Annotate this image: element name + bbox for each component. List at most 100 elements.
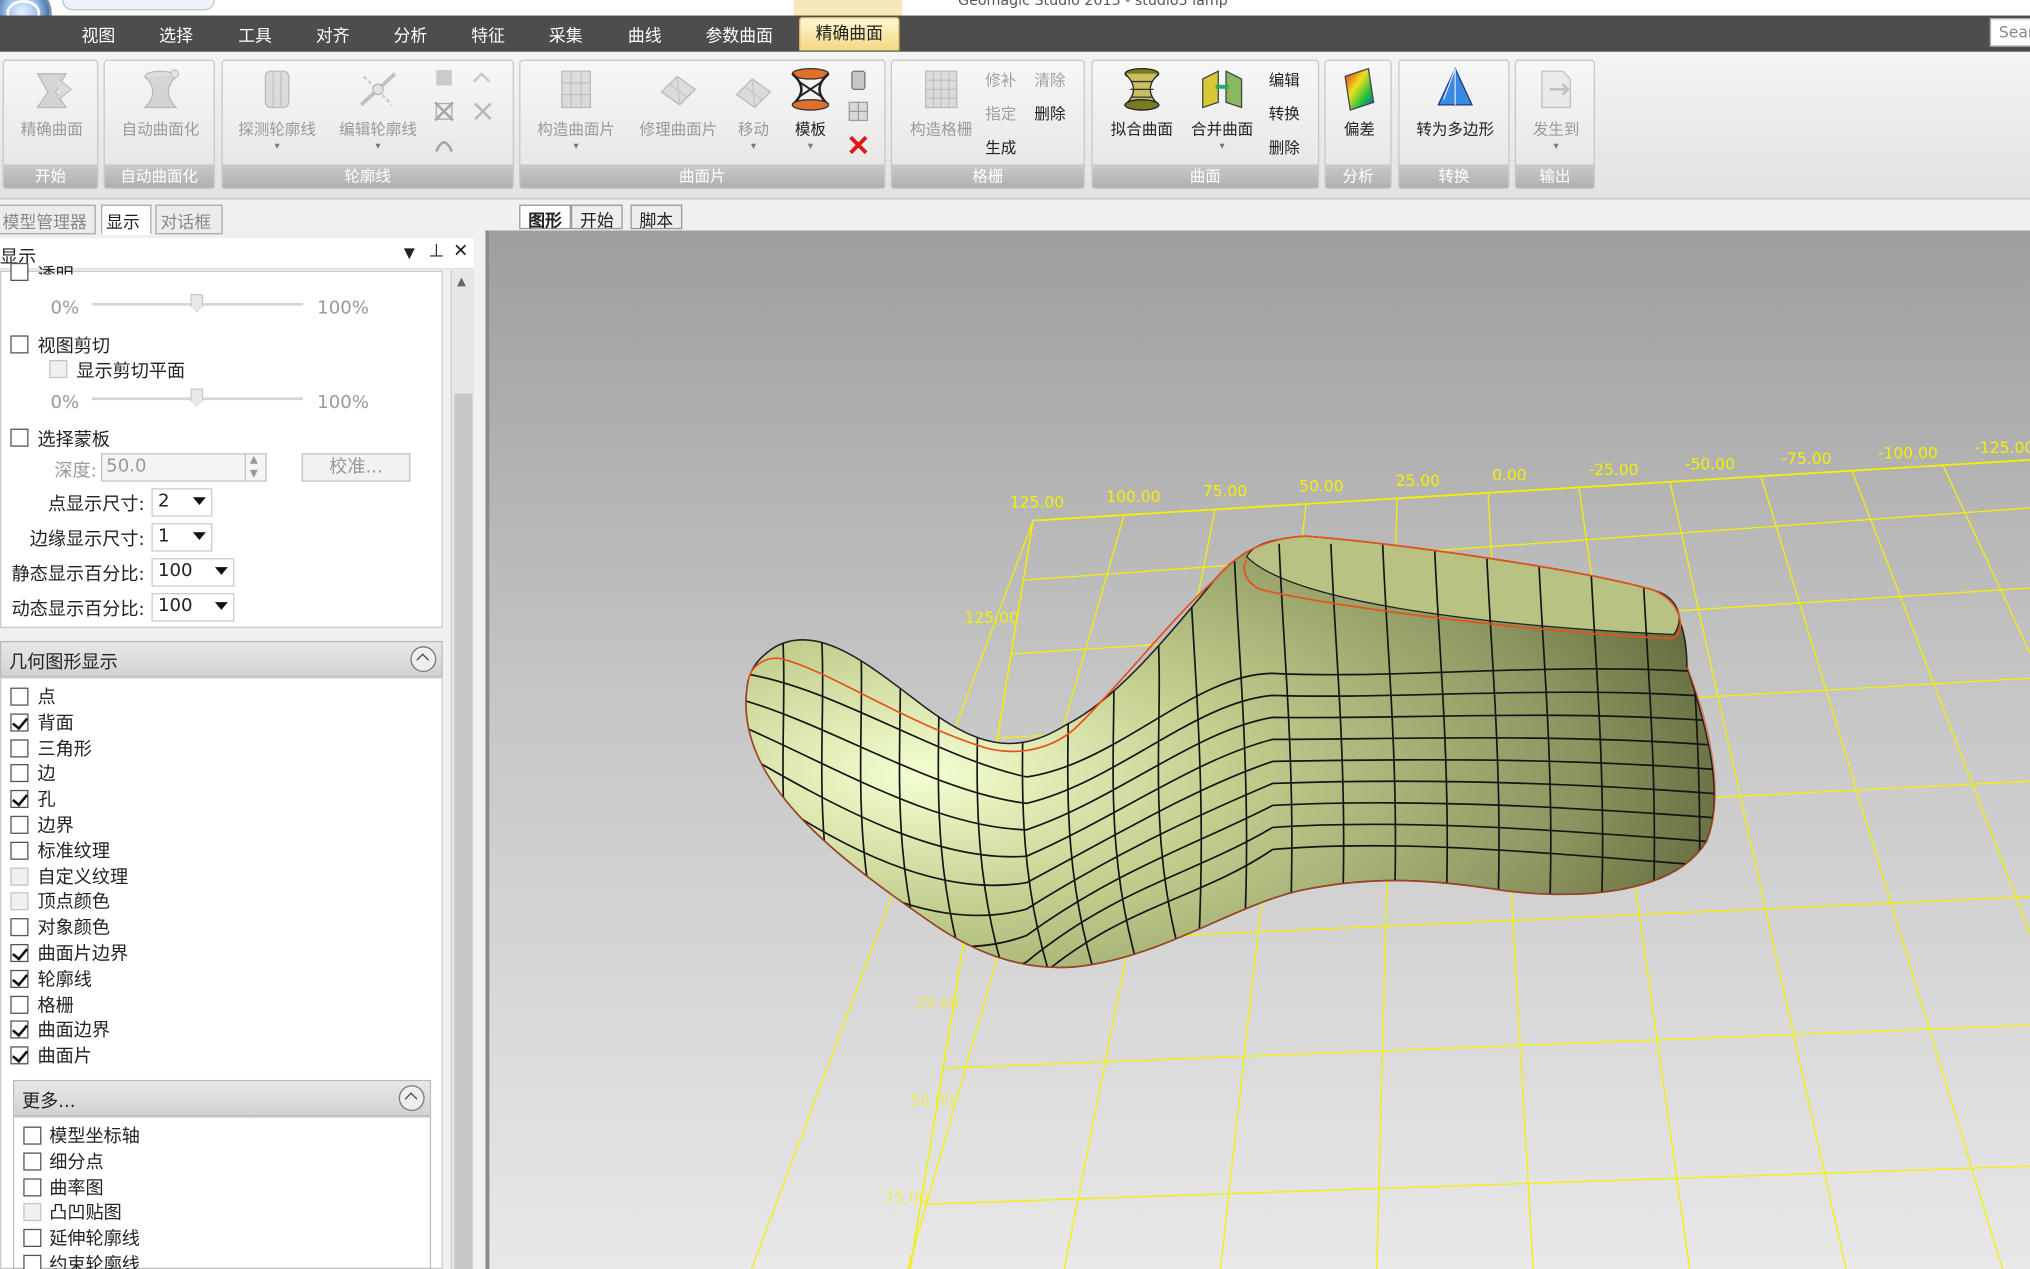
detect-contours-button[interactable]: 探测轮廓线 ▾ <box>230 66 323 152</box>
tab-parametric-surfaces[interactable]: 参数曲面 <box>706 22 773 46</box>
edge-size-select[interactable]: 1 <box>151 523 213 552</box>
repair-patches-button[interactable]: 修理曲面片 <box>632 66 725 140</box>
construct-grid-button[interactable]: 构造格栅 <box>900 66 983 140</box>
tab-script[interactable]: 脚本 <box>630 204 683 232</box>
tab-dialog[interactable]: 对话框 <box>155 204 223 235</box>
clear-button[interactable]: 清除 <box>1034 69 1065 91</box>
tab-display[interactable]: 显示 <box>100 204 152 235</box>
tab-tools[interactable]: 工具 <box>238 22 272 46</box>
geo-item-checkbox[interactable] <box>10 790 29 809</box>
tab-capture[interactable]: 采集 <box>549 22 583 46</box>
edit-button[interactable]: 编辑 <box>1269 69 1300 91</box>
view-clip-checkbox[interactable] <box>10 335 29 354</box>
geo-item-checkbox[interactable] <box>10 918 29 937</box>
more-item-checkbox[interactable] <box>23 1152 42 1171</box>
axis-tick-label: 50.00 <box>1299 477 1343 495</box>
show-clip-plane-checkbox[interactable] <box>49 359 68 379</box>
patch-tool-icon[interactable] <box>847 69 870 92</box>
construct-patches-button[interactable]: 构造曲面片 ▾ <box>528 66 624 152</box>
tab-exact-surfaces[interactable]: 精确曲面 <box>798 16 900 51</box>
contour-tool-icon[interactable] <box>471 100 494 123</box>
collapse-icon[interactable] <box>410 646 437 673</box>
geo-item-checkbox[interactable] <box>10 892 29 911</box>
tab-view[interactable]: 视图 <box>82 22 116 46</box>
contour-tool-icon[interactable] <box>432 66 455 89</box>
splitter[interactable] <box>473 204 486 1269</box>
viewport-canvas[interactable]: 125.00 100.00 75.00 50.00 25.00 0.00 -25.00 -50… <box>489 230 2030 1269</box>
scrollbar-thumb[interactable] <box>454 393 473 1269</box>
more-item-checkbox[interactable] <box>23 1229 42 1248</box>
geo-item-checkbox[interactable] <box>10 713 29 732</box>
move-button[interactable]: 移动 ▾ <box>730 66 777 152</box>
tab-start[interactable]: 开始 <box>570 204 623 232</box>
depth-field[interactable]: 50.0 <box>100 453 246 482</box>
assign-button[interactable]: 指定 <box>985 102 1016 124</box>
axis-tick-label: 75.00 <box>1203 483 1247 501</box>
more-item-checkbox[interactable] <box>23 1254 42 1269</box>
dropdown-icon[interactable]: ▼ <box>404 245 415 262</box>
chevron-down-icon: ▾ <box>375 139 381 152</box>
depth-stepper[interactable]: ▲ ▼ <box>244 453 267 482</box>
geo-item-checkbox[interactable] <box>10 943 29 963</box>
auto-surface-button[interactable]: 自动曲面化 <box>113 66 209 140</box>
static-pct-select[interactable]: 100 <box>151 558 235 587</box>
tab-analysis[interactable]: 分析 <box>394 22 428 46</box>
panel-scrollbar[interactable]: ▲ <box>450 270 474 1269</box>
generate-button[interactable]: 生成 <box>985 136 1016 158</box>
delete-surface-button[interactable]: 删除 <box>1269 136 1300 158</box>
more-item-checkbox[interactable] <box>23 1177 42 1196</box>
geo-item-checkbox[interactable] <box>10 1046 29 1065</box>
group-patches: 构造曲面片 ▾ 修理曲面片 移动 ▾ 模板 ▾ 曲面片 <box>519 59 886 190</box>
more-item-checkbox[interactable] <box>23 1126 42 1145</box>
scroll-up-icon[interactable]: ▲ <box>457 276 466 289</box>
convert-button[interactable]: 转换 <box>1269 102 1300 124</box>
geo-item-checkbox[interactable] <box>10 867 29 886</box>
3d-viewport[interactable]: 125.00 100.00 75.00 50.00 25.00 0.00 -25.00 -50… <box>485 230 2030 1269</box>
send-to-button[interactable]: 发生到 ▾ <box>1524 66 1589 152</box>
geo-item-checkbox[interactable] <box>10 764 29 783</box>
search-input[interactable]: Sear <box>1989 18 2030 47</box>
contour-tool-icon[interactable] <box>432 133 455 156</box>
point-size-select[interactable]: 2 <box>151 488 213 517</box>
merge-surfaces-button[interactable]: 合并曲面 ▾ <box>1186 66 1258 152</box>
transparency-checkbox[interactable] <box>10 262 29 281</box>
close-icon[interactable]: ✕ <box>453 241 468 262</box>
select-mask-checkbox[interactable] <box>10 428 29 447</box>
geo-item-checkbox[interactable] <box>10 1020 29 1040</box>
geo-item-checkbox[interactable] <box>10 995 29 1014</box>
shoe-model[interactable] <box>742 535 1726 1011</box>
tab-model-manager[interactable]: 模型管理器 <box>0 204 96 235</box>
tab-graphics[interactable]: 图形 <box>519 204 571 232</box>
geo-item-checkbox[interactable] <box>10 969 29 988</box>
template-button[interactable]: 模板 ▾ <box>787 66 834 152</box>
dynamic-pct-select[interactable]: 100 <box>151 593 235 622</box>
geometry-display-header[interactable]: 几何图形显示 <box>0 640 443 678</box>
more-item-checkbox[interactable] <box>23 1203 42 1222</box>
tab-align[interactable]: 对齐 <box>316 22 350 46</box>
convert-to-polygons-button[interactable]: 转为多边形 <box>1407 66 1503 140</box>
tab-select[interactable]: 选择 <box>159 22 193 46</box>
fit-surfaces-button[interactable]: 拟合曲面 <box>1100 66 1183 140</box>
quick-access-toolbar[interactable] <box>62 0 215 11</box>
geo-item-checkbox[interactable] <box>10 841 29 860</box>
more-section-header[interactable]: 更多... <box>12 1079 432 1117</box>
pin-icon[interactable]: ⊥ <box>429 241 445 262</box>
contour-tool-icon[interactable] <box>471 66 494 89</box>
delete-button[interactable]: 删除 <box>1034 102 1065 124</box>
tab-features[interactable]: 特征 <box>471 22 505 46</box>
contour-tool-icon[interactable] <box>432 100 455 123</box>
patch-tool-icon[interactable] <box>847 100 870 123</box>
collapse-icon[interactable] <box>398 1085 425 1112</box>
calibrate-button[interactable]: 校准... <box>301 453 411 482</box>
slider-thumb[interactable] <box>190 293 204 313</box>
repair-button[interactable]: 修补 <box>985 69 1016 91</box>
tab-curves[interactable]: 曲线 <box>628 22 662 46</box>
geo-item-checkbox[interactable] <box>10 738 29 757</box>
exact-surfaces-button[interactable]: 精确曲面 <box>14 66 89 140</box>
edit-contours-button[interactable]: 编辑轮廓线 ▾ <box>331 66 424 152</box>
delete-icon[interactable] <box>847 133 870 156</box>
slider-thumb[interactable] <box>190 388 204 407</box>
geo-item-checkbox[interactable] <box>10 815 29 834</box>
geo-item-checkbox[interactable] <box>10 687 29 706</box>
deviation-button[interactable]: 偏差 <box>1333 66 1385 140</box>
